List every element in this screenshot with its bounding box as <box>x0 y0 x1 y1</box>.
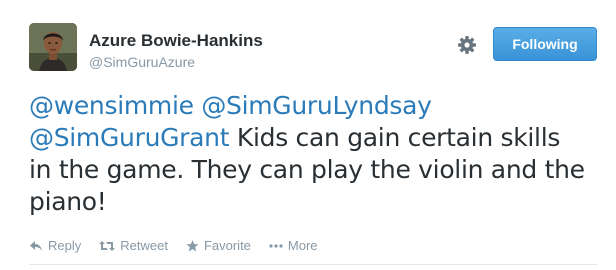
gear-icon[interactable] <box>457 35 477 55</box>
author-name[interactable]: Azure Bowie-Hankins <box>89 31 263 51</box>
reply-button[interactable]: Reply <box>29 238 81 253</box>
reply-label: Reply <box>48 238 82 253</box>
following-button[interactable]: Following <box>493 27 597 61</box>
mention-link[interactable]: @wensimmie <box>29 91 194 120</box>
avatar[interactable] <box>29 23 77 71</box>
more-label: More <box>287 238 318 253</box>
more-button[interactable]: More <box>269 238 318 253</box>
divider <box>29 264 597 265</box>
author-handle[interactable]: @SimGuruAzure <box>89 54 195 70</box>
mention-link[interactable]: @SimGuruGrant <box>29 123 230 152</box>
mention-link[interactable]: @SimGuruLyndsay <box>201 91 432 120</box>
ellipsis-icon <box>269 243 283 248</box>
tweet-actions: Reply Retweet Favorite More <box>29 238 318 253</box>
retweet-icon <box>99 240 116 252</box>
retweet-label: Retweet <box>120 238 168 253</box>
star-icon <box>186 239 199 252</box>
reply-icon <box>29 240 43 252</box>
favorite-button[interactable]: Favorite <box>186 238 251 253</box>
retweet-button[interactable]: Retweet <box>99 238 168 253</box>
tweet-text: @wensimmie @SimGuruLyndsay @SimGuruGrant… <box>29 90 589 218</box>
favorite-label: Favorite <box>203 238 251 253</box>
